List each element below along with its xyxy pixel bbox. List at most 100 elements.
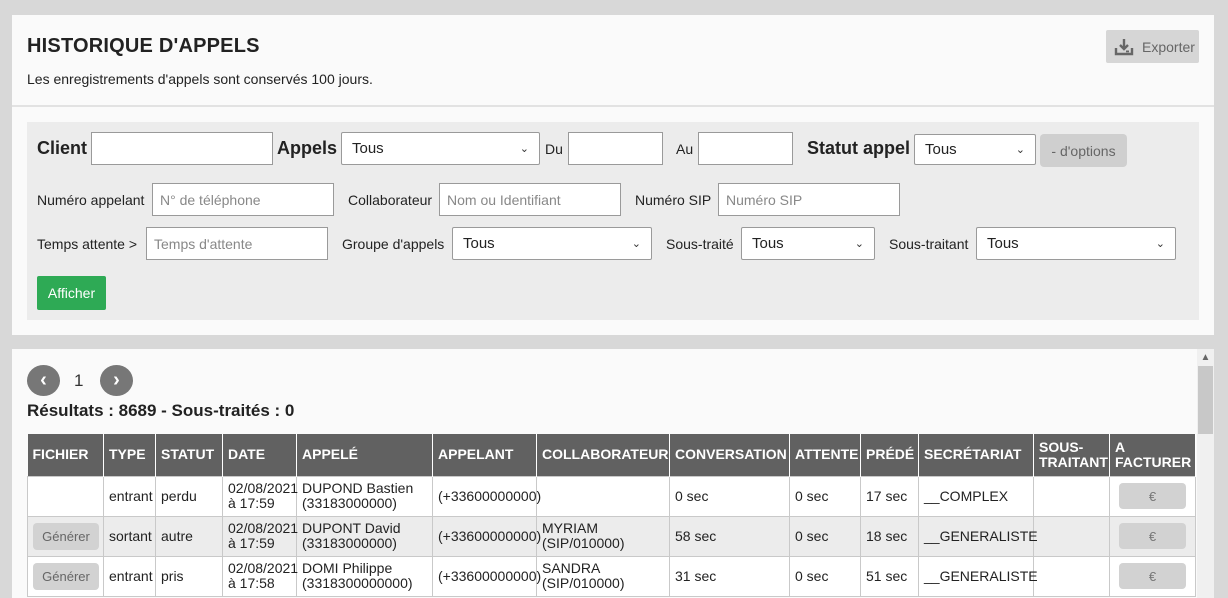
facturer-euro-button[interactable]: € <box>1119 563 1186 589</box>
results-panel: ‹ 1 › Résultats : 8689 - Sous-traités : … <box>12 349 1214 598</box>
chevron-down-icon: ⌄ <box>1155 238 1165 250</box>
groupe-appels-label: Groupe d'appels <box>342 236 445 252</box>
column-header[interactable]: APPELÉ <box>296 434 433 476</box>
cell-prede: 18 sec <box>860 515 919 557</box>
facturer-euro-button[interactable]: € <box>1119 523 1186 549</box>
cell-prede: 51 sec <box>860 555 919 597</box>
column-header[interactable]: COLLABORATEUR <box>536 434 670 476</box>
more-options-button[interactable]: - d'options <box>1040 134 1127 167</box>
appele-number: (33183000000) <box>302 495 397 511</box>
generer-button[interactable]: Générer <box>33 562 99 590</box>
scroll-thumb[interactable] <box>1198 366 1213 434</box>
column-header[interactable]: CONVERSATION <box>669 434 790 476</box>
sous-traitant-select-value: Tous <box>987 235 1019 252</box>
generer-button[interactable]: Générer <box>33 522 99 550</box>
sous-traitant-label: Sous-traitant <box>889 236 969 252</box>
chevron-down-icon: ⌄ <box>631 238 641 250</box>
client-input[interactable] <box>91 132 273 165</box>
table-row[interactable]: entrant perdu 02/08/2021 à 17:59 DUPOND Bast… <box>27 475 1196 517</box>
cell-fichier <box>27 475 104 517</box>
page-subtitle: Les enregistrements d'appels sont conser… <box>27 71 373 87</box>
date-line: 02/08/2021 <box>228 520 299 536</box>
date-line: 02/08/2021 <box>228 480 299 496</box>
groupe-appels-select[interactable]: Tous ⌄ <box>452 227 652 260</box>
table-row[interactable]: Générer sortant autre 02/08/2021 à 17:59 DUPO… <box>27 515 1196 557</box>
sous-traitant-select[interactable]: Tous ⌄ <box>976 227 1176 260</box>
cell-collaborateur: SANDRA (SIP/010000) <box>536 555 670 597</box>
calls-table: FICHIER TYPE STATUT DATE APPELÉ APPELANT… <box>27 434 1196 597</box>
numero-appelant-label: Numéro appelant <box>37 192 145 208</box>
cell-date: 02/08/2021 à 17:58 <box>222 555 298 597</box>
vertical-scrollbar[interactable]: ▲ <box>1197 349 1214 598</box>
prev-page-button[interactable]: ‹ <box>27 365 60 396</box>
chevron-down-icon: ⌄ <box>1015 144 1025 156</box>
cell-appele: DUPONT David (33183000000) <box>296 515 433 557</box>
column-header[interactable]: TYPE <box>103 434 156 476</box>
client-label: Client <box>37 138 88 158</box>
cell-appelant: (+33600000000) <box>432 555 541 597</box>
statut-select[interactable]: Tous ⌄ <box>914 134 1036 165</box>
appels-label: Appels <box>277 138 338 158</box>
afficher-button[interactable]: Afficher <box>37 276 106 310</box>
cell-prede: 17 sec <box>860 475 919 517</box>
cell-date: 02/08/2021 à 17:59 <box>222 515 299 557</box>
au-date-input[interactable] <box>698 132 793 165</box>
column-header[interactable]: DATE <box>222 434 297 476</box>
numero-sip-label: Numéro SIP <box>635 192 712 208</box>
export-button[interactable]: Exporter <box>1106 30 1199 63</box>
cell-type: entrant <box>103 475 156 517</box>
divider <box>12 105 1214 107</box>
table-row[interactable]: Générer entrant pris 02/08/2021 à 17:58 DOMI … <box>27 555 1196 597</box>
cell-fichier: Générer <box>27 515 104 557</box>
sous-traite-select[interactable]: Tous ⌄ <box>741 227 875 260</box>
cell-collaborateur: MYRIAM (SIP/010000) <box>536 515 670 557</box>
column-header[interactable]: A FACTURER <box>1109 434 1196 476</box>
time-line: à 17:59 <box>228 495 275 511</box>
time-line: à 17:59 <box>228 535 275 551</box>
scroll-up-arrow-icon[interactable]: ▲ <box>1197 349 1214 366</box>
column-header[interactable]: PRÉDÉ <box>860 434 919 476</box>
column-header[interactable]: ATTENTE <box>789 434 861 476</box>
cell-secretariat: __GENERALISTE <box>918 515 1038 557</box>
numero-appelant-input[interactable] <box>152 183 334 216</box>
sous-traite-select-value: Tous <box>752 235 784 252</box>
appele-number: (33183000000) <box>302 535 397 551</box>
cell-attente: 0 sec <box>789 475 861 517</box>
numero-sip-input[interactable] <box>718 183 900 216</box>
column-header[interactable]: FICHIER <box>27 434 104 476</box>
page-title: HISTORIQUE D'APPELS <box>27 35 260 57</box>
chevron-down-icon: ⌄ <box>519 143 529 155</box>
column-header[interactable]: SECRÉTARIAT <box>918 434 1034 476</box>
collab-sip: (SIP/010000) <box>542 535 625 551</box>
cell-collaborateur <box>536 475 670 517</box>
cell-sous-traitant <box>1033 555 1110 597</box>
cell-appelant: (+33600000000) <box>432 515 541 557</box>
appele-name: DOMI Philippe <box>302 560 393 576</box>
column-header[interactable]: APPELANT <box>432 434 537 476</box>
cell-a-facturer: € <box>1109 475 1196 517</box>
du-date-input[interactable] <box>568 132 663 165</box>
table-header-row: FICHIER TYPE STATUT DATE APPELÉ APPELANT… <box>27 434 1196 476</box>
cell-attente: 0 sec <box>789 515 861 557</box>
time-line: à 17:58 <box>228 575 275 591</box>
cell-a-facturer: € <box>1109 555 1196 597</box>
statut-label: Statut appel <box>807 138 911 158</box>
collaborateur-input[interactable] <box>439 183 621 216</box>
collab-name: MYRIAM <box>542 520 598 536</box>
cell-conversation: 58 sec <box>669 515 790 557</box>
temps-attente-input[interactable] <box>146 227 328 260</box>
next-page-button[interactable]: › <box>100 365 133 396</box>
appele-name: DUPONT David <box>302 520 401 536</box>
facturer-euro-button[interactable]: € <box>1119 483 1186 509</box>
cell-attente: 0 sec <box>789 555 861 597</box>
appele-number: (3318300000000) <box>302 575 413 591</box>
chevron-down-icon: ⌄ <box>854 238 864 250</box>
column-header[interactable]: SOUS- TRAITANT <box>1033 434 1110 476</box>
groupe-appels-select-value: Tous <box>463 235 495 252</box>
cell-conversation: 0 sec <box>669 475 790 517</box>
appels-select[interactable]: Tous ⌄ <box>341 132 540 165</box>
column-header[interactable]: STATUT <box>155 434 223 476</box>
au-label: Au <box>676 141 694 157</box>
collab-name: SANDRA <box>542 560 601 576</box>
cell-fichier: Générer <box>27 555 104 597</box>
